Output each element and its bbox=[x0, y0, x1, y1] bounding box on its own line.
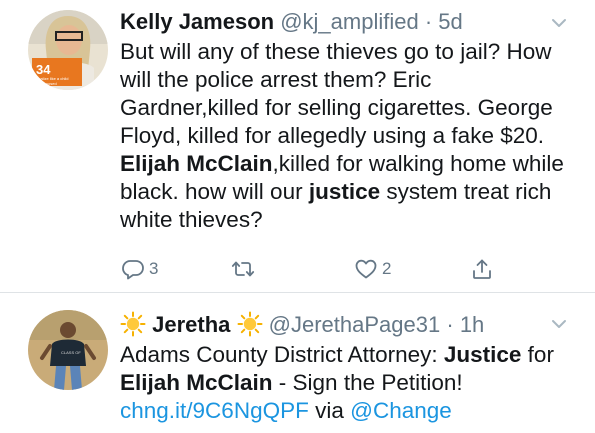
reply-button[interactable]: 3 bbox=[121, 256, 158, 282]
tweet[interactable]: CLASS OF Jeretha @JerethaPage31 · 1h Ada… bbox=[0, 293, 595, 433]
chevron-down-icon[interactable] bbox=[551, 319, 567, 329]
retweet-icon bbox=[231, 261, 255, 277]
display-name[interactable]: Kelly Jameson bbox=[120, 9, 274, 34]
tweet[interactable]: 34 ogalize like a child is proposed Kell… bbox=[0, 0, 595, 292]
bold-text-segment: Elijah McClain bbox=[120, 370, 273, 395]
avatar[interactable]: CLASS OF bbox=[28, 310, 108, 390]
retweet-button[interactable] bbox=[231, 256, 259, 282]
share-button[interactable] bbox=[470, 256, 494, 282]
sun-emoji-icon bbox=[237, 311, 263, 337]
timestamp[interactable]: 5d bbox=[438, 9, 462, 34]
separator: · bbox=[446, 312, 454, 337]
heart-icon bbox=[355, 259, 377, 279]
user-handle[interactable]: @kj_amplified bbox=[280, 9, 419, 34]
timestamp[interactable]: 1h bbox=[460, 312, 484, 337]
svg-text:34: 34 bbox=[36, 62, 51, 77]
tweet-text-segment: - Sign the Petition! bbox=[272, 370, 463, 395]
tweet-text: Adams County District Attorney: Justice … bbox=[120, 341, 570, 425]
tweet-header: Kelly Jameson @kj_amplified · 5d bbox=[120, 8, 463, 36]
chevron-down-icon[interactable] bbox=[551, 18, 567, 28]
svg-text:CLASS OF: CLASS OF bbox=[61, 350, 81, 355]
sun-emoji-icon bbox=[120, 311, 146, 337]
tweet-text-segment: via bbox=[308, 398, 351, 423]
tweet-text: But will any of these thieves go to jail… bbox=[120, 38, 570, 234]
tweet-text-segment: for bbox=[521, 342, 554, 367]
tweet-text-segment: Adams County District Attorney: bbox=[120, 342, 444, 367]
separator: · bbox=[424, 9, 433, 34]
svg-text:is proposed: is proposed bbox=[36, 81, 57, 86]
tweet-header: Jeretha @JerethaPage31 · 1h bbox=[120, 311, 484, 339]
petition-link[interactable]: chng.it/9C6NgQPF bbox=[120, 398, 309, 423]
like-count: 2 bbox=[382, 259, 392, 278]
bold-text-segment: Justice bbox=[443, 342, 522, 367]
mention-link[interactable]: @Change bbox=[350, 398, 452, 423]
display-name[interactable]: Jeretha bbox=[152, 312, 230, 337]
bold-text-segment: Elijah McClain bbox=[120, 151, 273, 176]
reply-icon bbox=[122, 260, 144, 280]
bold-text-segment: justice bbox=[308, 179, 381, 204]
share-icon bbox=[473, 259, 491, 279]
reply-count: 3 bbox=[149, 259, 159, 278]
tweet-text-segment: But will any of these thieves go to jail… bbox=[120, 39, 553, 148]
tweet-actions: 3 2 bbox=[0, 256, 595, 282]
like-button[interactable]: 2 bbox=[354, 256, 391, 282]
user-handle[interactable]: @JerethaPage31 bbox=[269, 312, 441, 337]
avatar[interactable]: 34 ogalize like a child is proposed bbox=[28, 10, 108, 90]
